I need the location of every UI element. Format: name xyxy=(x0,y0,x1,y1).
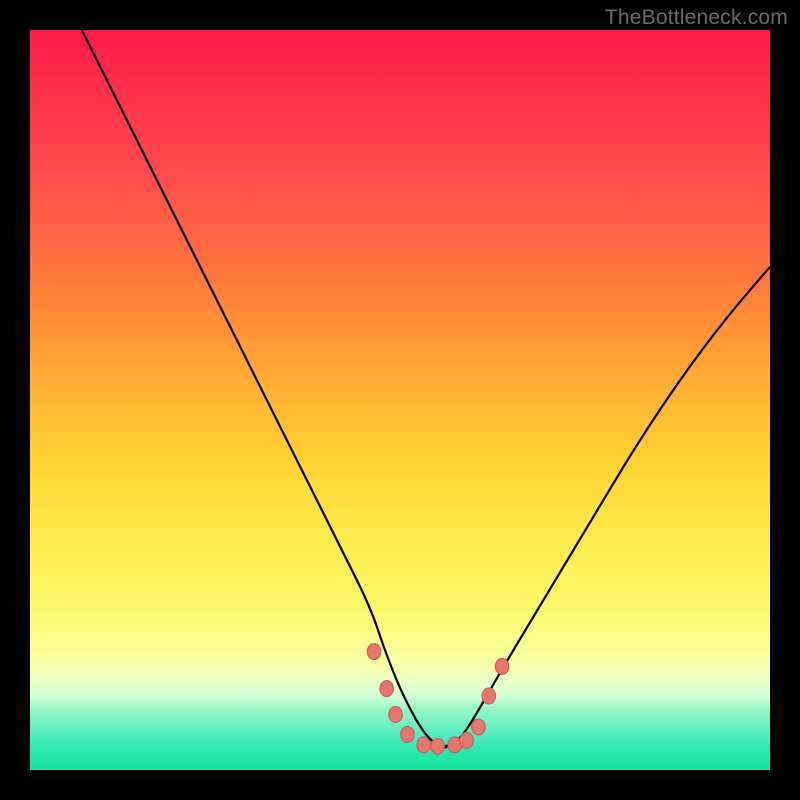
watermark-text: TheBottleneck.com xyxy=(605,6,788,30)
plot-area xyxy=(30,30,770,770)
marker-dot xyxy=(389,707,403,723)
marker-dot xyxy=(380,681,394,697)
marker-dot xyxy=(482,688,496,704)
curve-right-arm xyxy=(444,267,770,748)
curve-svg xyxy=(30,30,770,770)
chart-frame: TheBottleneck.com xyxy=(0,0,800,800)
curve-left-arm xyxy=(82,30,445,748)
marker-dot xyxy=(401,726,415,742)
marker-dot xyxy=(460,732,474,748)
marker-dot xyxy=(495,658,509,674)
marker-dot xyxy=(472,719,486,735)
marker-dot xyxy=(367,644,381,660)
marker-dot xyxy=(417,737,431,753)
marker-dot xyxy=(431,738,445,754)
